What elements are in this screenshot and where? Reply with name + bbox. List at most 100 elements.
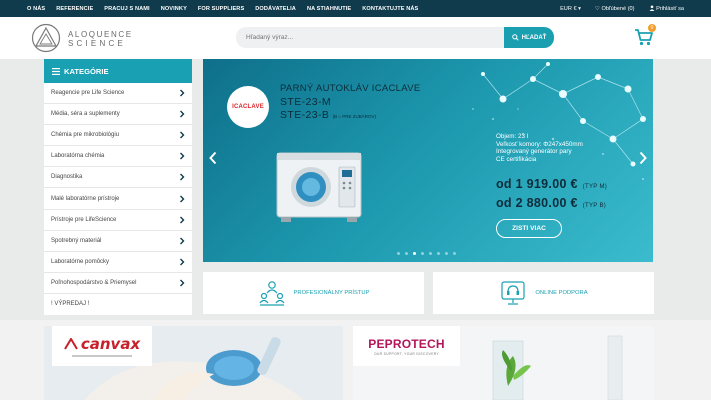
category-item[interactable]: Laboratórne pomôcky: [44, 252, 192, 273]
login-label: Prihlásiť sa: [656, 6, 684, 12]
hero-title: PARNÝ AUTOKLÁV ICACLAVE: [280, 83, 421, 94]
search-icon: [511, 34, 519, 41]
chevron-right-icon: [180, 216, 185, 224]
chevron-right-icon: [180, 110, 185, 118]
chevron-right-icon: [180, 152, 185, 160]
category-header[interactable]: KATEGÓRIE: [44, 59, 192, 83]
icaclave-logo: ICACLAVE: [227, 86, 269, 128]
chevron-right-icon: [180, 89, 185, 97]
category-item[interactable]: Chémia pre mikrobiológiu: [44, 125, 192, 147]
peprotech-brand: PEPROTECH: [368, 336, 445, 351]
nav-about[interactable]: O NÁS: [27, 6, 45, 12]
canvax-brand: canvax: [80, 335, 141, 353]
category-item[interactable]: Prístroje pre LifeScience: [44, 210, 192, 231]
spec-line: Objem: 23 l: [496, 133, 529, 140]
currency-select[interactable]: EUR € ▾: [560, 6, 581, 12]
category-item[interactable]: Laboratórna chémia: [44, 146, 192, 168]
search-input[interactable]: [246, 30, 486, 45]
canvax-tagline-bar: [72, 355, 132, 357]
hero-specs: Objem: 23 l Veľkosť komory: Φ247x450mm I…: [496, 133, 583, 164]
logo-line-1: ALOQUENCE: [68, 30, 133, 39]
slider-dot[interactable]: [413, 252, 416, 255]
category-title: KATEGÓRIE: [64, 66, 109, 76]
search-button[interactable]: HĽADAŤ: [504, 27, 554, 48]
category-sidebar: KATEGÓRIE Reagencie pre Life Science Méd…: [44, 59, 192, 315]
category-label: Laboratórne pomôcky: [51, 258, 110, 265]
chevron-right-icon: [180, 279, 185, 287]
chevron-right-icon: [180, 237, 185, 245]
spec-line: Integrovaný generátor pary: [496, 148, 572, 156]
login-link[interactable]: Prihlásiť sa: [649, 5, 684, 12]
slider-dot[interactable]: [445, 252, 448, 255]
slider-dot[interactable]: [437, 252, 440, 255]
nav-references[interactable]: REFERENCIE: [56, 6, 93, 12]
feature-online-support[interactable]: ONLINE PODPORA: [433, 272, 654, 314]
team-icon: [259, 281, 284, 306]
category-label: Spotrebný materiál: [51, 237, 102, 244]
autoclave-image: [276, 152, 362, 222]
slider-dots: [397, 252, 456, 255]
nav-downloads[interactable]: NA STIAHNUTIE: [307, 6, 351, 12]
top-right-links: EUR € ▾ ♡ Obľúbené (0) Prihlásiť sa: [560, 0, 684, 17]
hero-slider[interactable]: ICACLAVE PARNÝ AUTOKLÁV ICACLAVE STE-23-…: [203, 59, 653, 262]
spec-line: CE certifikácia: [496, 156, 537, 164]
site-logo[interactable]: ALOQUENCE SCIENCE: [30, 23, 140, 53]
category-label: Média, séra a suplementy: [51, 111, 120, 118]
category-item[interactable]: Diagnostika: [44, 167, 192, 189]
category-label: Reagencie pre Life Science: [51, 90, 125, 97]
category-item[interactable]: Reagencie pre Life Science: [44, 83, 192, 105]
category-item[interactable]: Spotrebný materiál: [44, 231, 192, 252]
molecule-decoration: [472, 62, 646, 180]
slider-dot[interactable]: [421, 252, 424, 255]
canvax-wordmark: canvax: [64, 335, 140, 353]
chevron-right-icon: [180, 131, 185, 139]
category-label: Chémia pre mikrobiológiu: [51, 132, 120, 139]
banner-peprotech[interactable]: PEPROTECH OUR SUPPORT, YOUR DISCOVERY: [353, 326, 654, 400]
category-label: Poľnohospodárstvo & Priemysel: [51, 279, 137, 286]
nav-suppliers[interactable]: DODÁVATELIA: [255, 6, 296, 12]
price-value: od 2 880.00 €: [496, 196, 578, 210]
chevron-right-icon: [180, 258, 185, 266]
nav-for-suppliers[interactable]: FOR SUPPLIERS: [198, 6, 244, 12]
logo-line-2: SCIENCE: [68, 39, 126, 48]
chevron-right-icon: [180, 195, 185, 203]
canvax-logo: canvax: [52, 326, 152, 366]
header: ALOQUENCE SCIENCE HĽADAŤ 0: [0, 17, 711, 59]
search-button-label: HĽADAŤ: [521, 34, 547, 41]
feature-label: PROFESIONÁLNY PRÍSTUP: [293, 290, 370, 296]
cart-button[interactable]: 0: [634, 24, 656, 47]
search-bar: HĽADAŤ: [236, 27, 554, 48]
slider-dot[interactable]: [397, 252, 400, 255]
slider-dot[interactable]: [429, 252, 432, 255]
slider-dot[interactable]: [405, 252, 408, 255]
feature-professional[interactable]: PROFESIONÁLNY PRÍSTUP: [203, 272, 424, 314]
category-item-sale[interactable]: ! VÝPREDAJ !: [44, 294, 192, 315]
category-list: Reagencie pre Life Science Média, séra a…: [44, 83, 192, 315]
price-note: (TYP B): [582, 203, 607, 209]
user-icon: [649, 5, 654, 11]
category-item[interactable]: Média, séra a suplementy: [44, 104, 192, 126]
canvax-mark-icon: [64, 338, 78, 350]
category-item[interactable]: Malé laboratórne prístroje: [44, 188, 192, 210]
cart-count-badge: 0: [648, 24, 656, 32]
slider-dot[interactable]: [453, 252, 456, 255]
nav-careers[interactable]: PRACUJ S NAMI: [104, 6, 149, 12]
peprotech-logo: PEPROTECH OUR SUPPORT, YOUR DISCOVERY: [353, 326, 460, 366]
brand-label: ICACLAVE: [232, 104, 264, 110]
slider-prev-icon[interactable]: [208, 151, 218, 165]
nav-news[interactable]: NOVINKY: [161, 6, 187, 12]
learn-more-button[interactable]: ZISTI VIAC: [496, 219, 562, 238]
peprotech-tagline: OUR SUPPORT, YOUR DISCOVERY: [374, 351, 439, 356]
nav-contact[interactable]: KONTAKTUJTE NÁS: [362, 6, 418, 12]
hero-model-b: STE-23-B (B = PRE ZUBÁROV): [280, 109, 376, 121]
banner-canvax[interactable]: canvax: [44, 326, 343, 400]
model-b-label: STE-23-B: [280, 109, 330, 121]
price-type-m: od 1 919.00 € (TYP M): [496, 177, 607, 191]
slider-next-icon[interactable]: [638, 151, 648, 165]
feature-label: ONLINE PODPORA: [535, 290, 588, 296]
favorites-link[interactable]: ♡ Obľúbené (0): [595, 6, 635, 12]
category-label: Malé laboratórne prístroje: [51, 195, 120, 202]
price-value: od 1 919.00 €: [496, 177, 578, 191]
category-item[interactable]: Poľnohospodárstvo & Priemysel: [44, 273, 192, 294]
category-label: Laboratórna chémia: [51, 153, 105, 160]
